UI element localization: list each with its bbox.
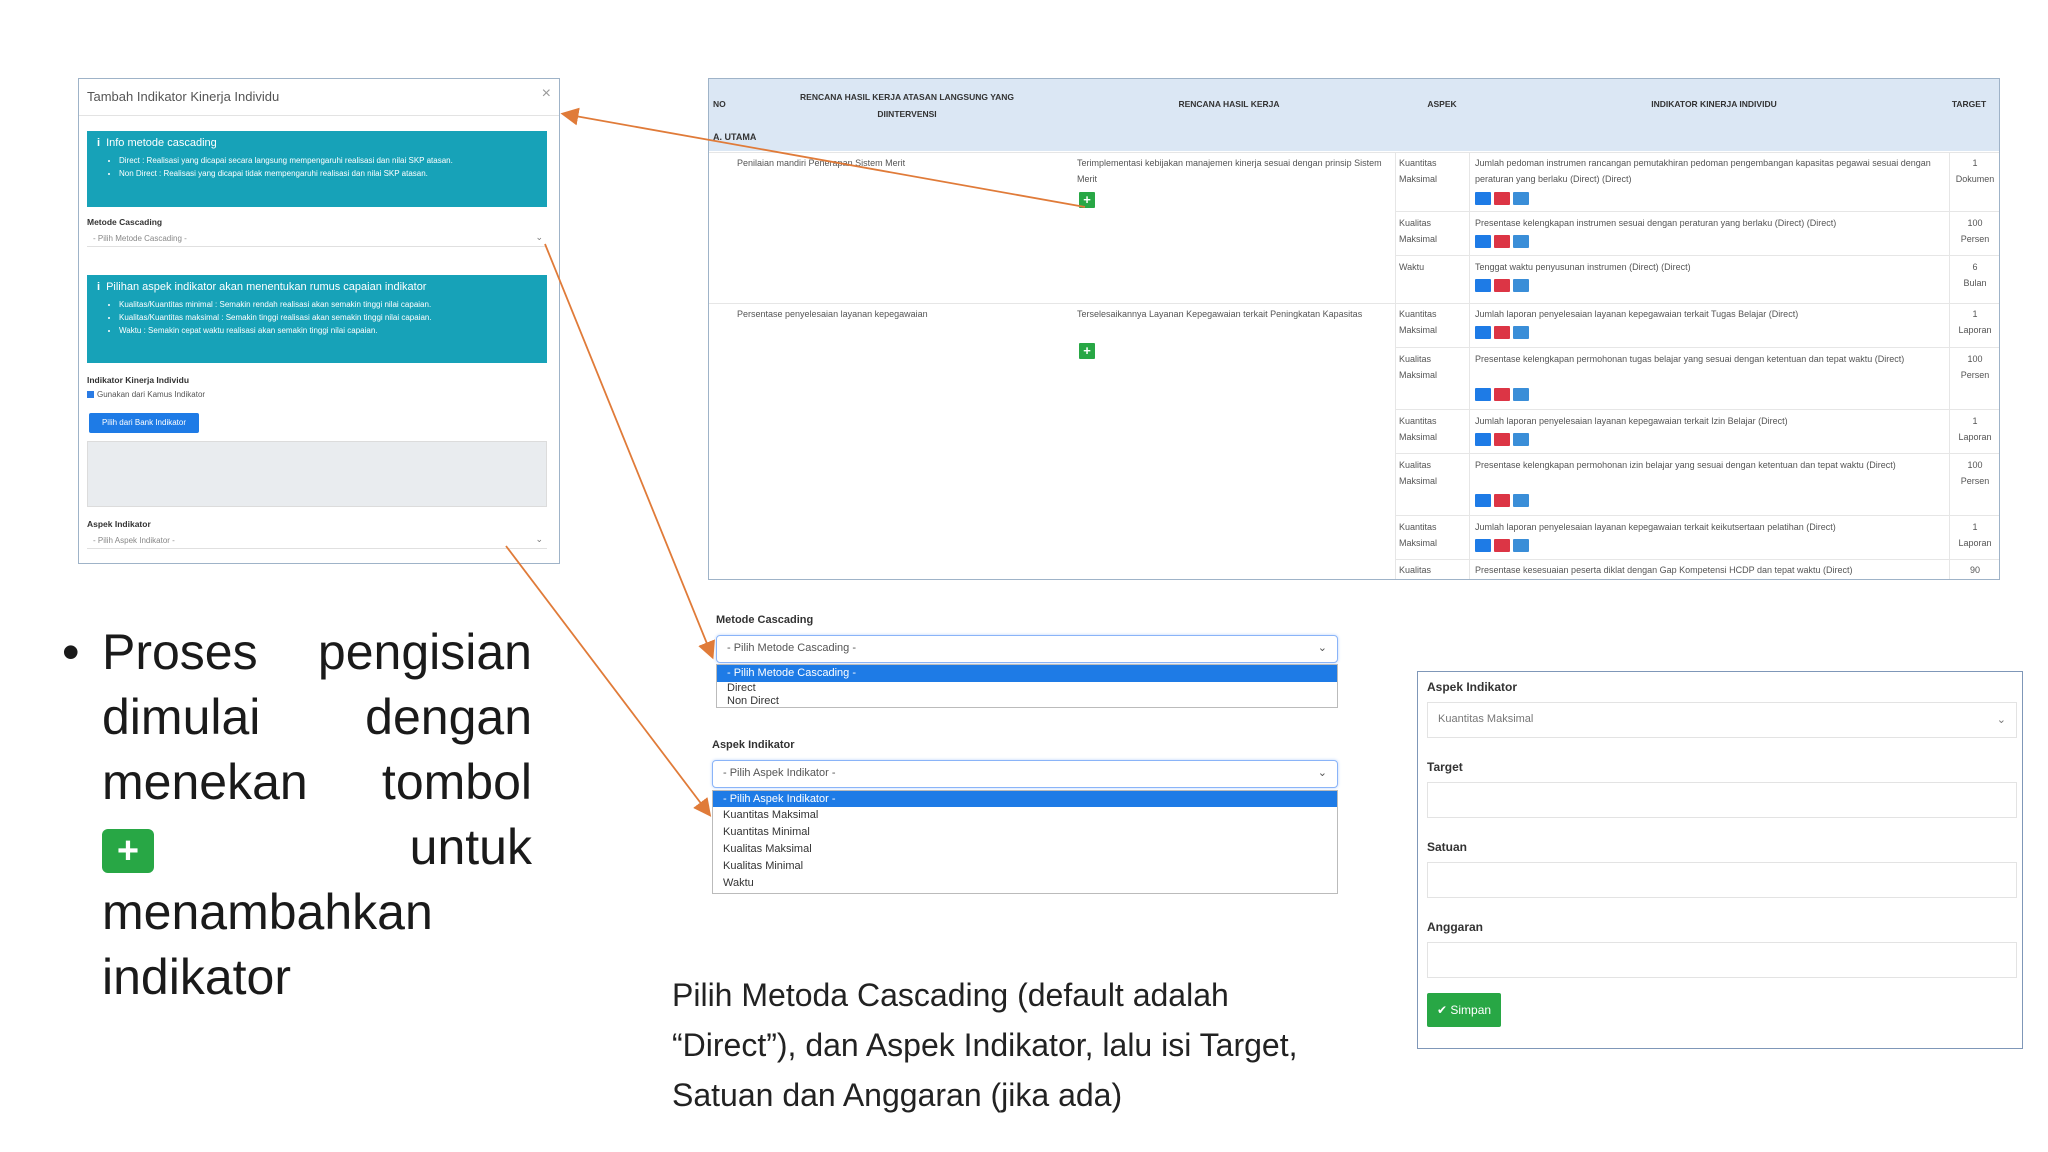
annotation-arrows <box>505 107 1086 817</box>
arrow-modal-to-cascade <box>544 243 715 660</box>
arrow-table-to-modal <box>560 107 1086 208</box>
arrow-modal-to-aspek <box>505 545 712 817</box>
